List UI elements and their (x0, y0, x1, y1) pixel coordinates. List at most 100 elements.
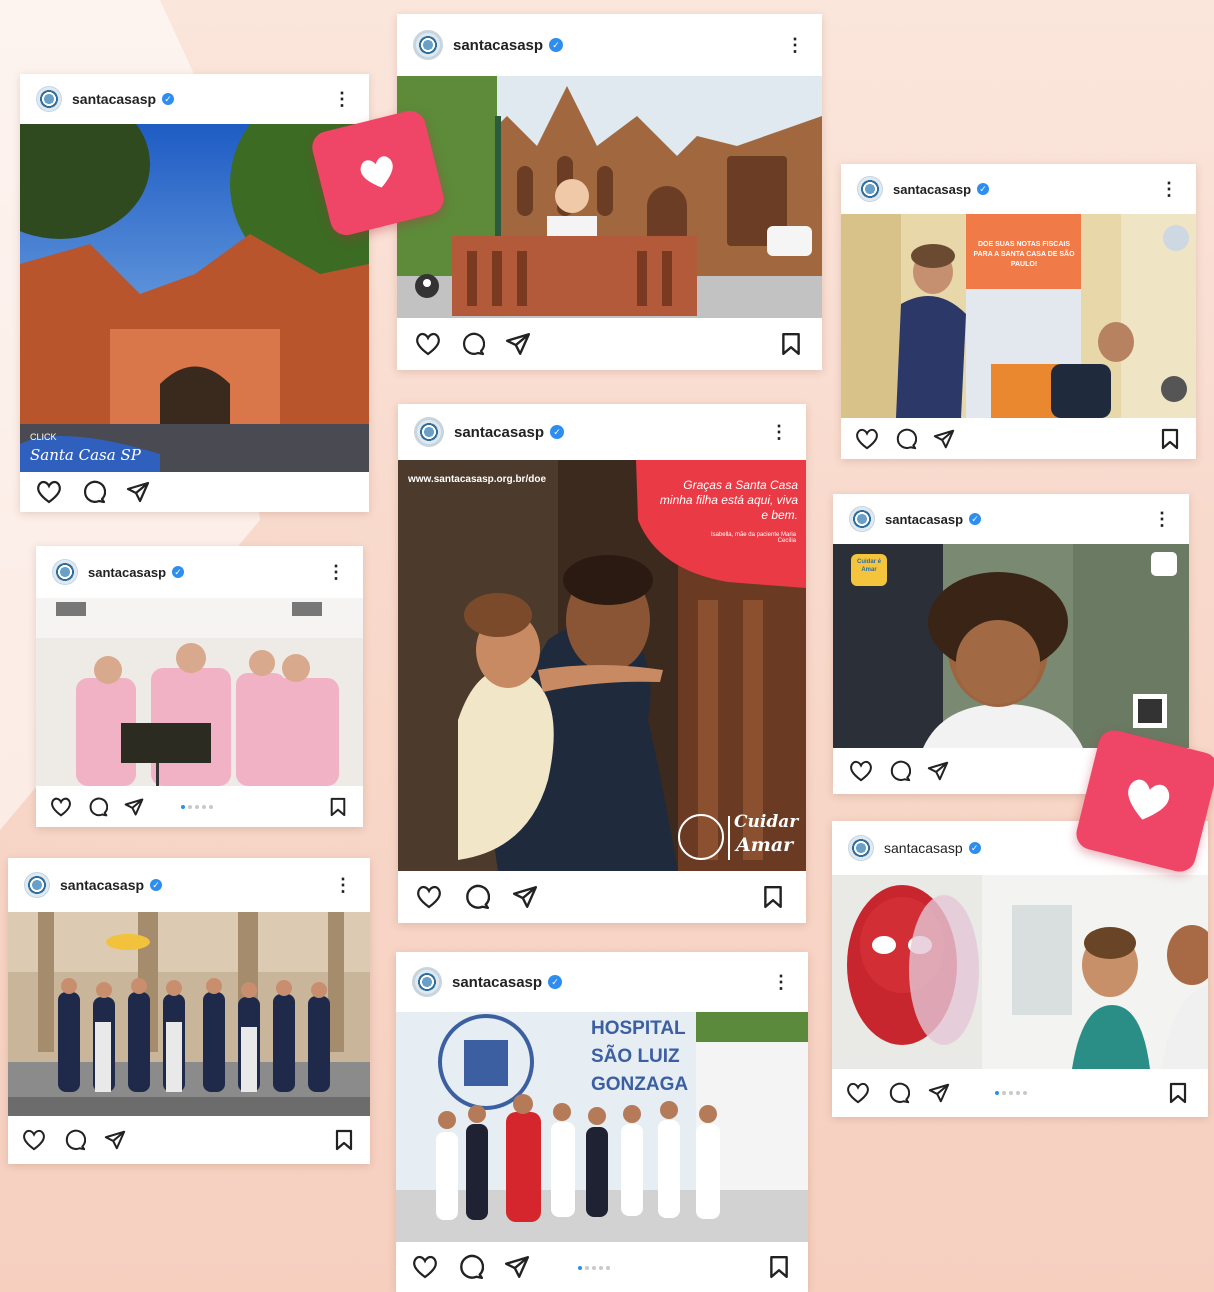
post-header: santacasasp ✓ ⋮ (398, 404, 806, 460)
heart-outline-icon[interactable] (415, 332, 441, 356)
comment-bubble-icon[interactable] (458, 1254, 484, 1280)
post-card: santacasasp ✓ ⋮ (36, 546, 363, 827)
paper-plane-icon[interactable] (505, 331, 531, 357)
comment-bubble-icon[interactable] (64, 1129, 86, 1151)
paper-plane-icon[interactable] (928, 1082, 950, 1104)
avatar[interactable] (24, 872, 50, 898)
overlay-signature: Santa Casa SP (30, 446, 141, 464)
verified-badge-icon: ✓ (550, 425, 565, 439)
more-options-icon[interactable]: ⋮ (786, 36, 804, 54)
post-image[interactable]: HOSPITAL SÃO LUIZ GONZAGA (396, 1012, 808, 1242)
post-card: santacasasp ✓ ⋮ (8, 858, 370, 1164)
bookmark-icon[interactable] (780, 332, 802, 356)
avatar[interactable] (857, 176, 883, 202)
more-options-icon[interactable]: ⋮ (333, 90, 351, 108)
comment-bubble-icon[interactable] (888, 1082, 910, 1104)
post-image[interactable] (8, 912, 370, 1116)
post-header: santacasasp ✓ ⋮ (36, 546, 363, 598)
verified-badge-icon: ✓ (968, 842, 981, 854)
bookmark-icon[interactable] (762, 885, 784, 909)
heart-outline-icon[interactable] (416, 885, 442, 909)
post-card: santacasasp ✓ ⋮ www.santacasasp.org.br/d… (398, 404, 806, 923)
username[interactable]: santacasasp (452, 974, 542, 991)
post-image[interactable] (36, 598, 363, 786)
avatar[interactable] (849, 506, 875, 532)
comment-bubble-icon[interactable] (82, 480, 106, 504)
post-card: santacasasp ✓ (832, 821, 1208, 1117)
avatar[interactable] (412, 967, 442, 997)
username[interactable]: santacasasp (453, 37, 543, 54)
bookmark-icon[interactable] (329, 797, 347, 817)
hospital-name-line3: GONZAGA (591, 1074, 689, 1095)
username[interactable]: santacasasp (60, 877, 144, 893)
username[interactable]: santacasasp (72, 91, 156, 107)
verified-badge-icon: ✓ (548, 975, 563, 989)
post-header: santacasasp ✓ ⋮ (8, 858, 370, 912)
heart-outline-icon[interactable] (36, 480, 62, 504)
verified-badge-icon: ✓ (150, 879, 163, 891)
username[interactable]: santacasasp (885, 512, 963, 527)
carousel-indicator (578, 1266, 610, 1270)
carousel-indicator (995, 1091, 1027, 1095)
carousel-indicator (181, 805, 213, 809)
comment-bubble-icon[interactable] (461, 332, 485, 356)
heart-outline-icon[interactable] (22, 1129, 46, 1151)
post-actions (398, 871, 806, 923)
post-header: santacasasp ✓ ⋮ (20, 74, 369, 124)
post-header: santacasasp ✓ ⋮ (841, 164, 1196, 214)
more-options-icon[interactable]: ⋮ (327, 563, 345, 581)
bookmark-icon[interactable] (1160, 428, 1180, 450)
avatar[interactable] (52, 559, 78, 585)
heart-outline-icon[interactable] (846, 1082, 870, 1104)
more-options-icon[interactable]: ⋮ (334, 876, 352, 894)
more-options-icon[interactable]: ⋮ (772, 973, 790, 991)
cuidar-amar-logo: Cuidar é Amar (856, 559, 881, 573)
post-image[interactable]: Cuidar é Amar (833, 544, 1189, 748)
avatar[interactable] (414, 417, 444, 447)
username[interactable]: santacasasp (884, 840, 963, 856)
username[interactable]: santacasasp (893, 182, 971, 197)
username[interactable]: santacasasp (88, 565, 166, 580)
post-actions (841, 418, 1196, 459)
paper-plane-icon[interactable] (927, 760, 949, 782)
avatar[interactable] (413, 30, 443, 60)
paper-plane-icon[interactable] (124, 797, 144, 817)
comment-bubble-icon[interactable] (895, 428, 917, 450)
bookmark-icon[interactable] (1168, 1082, 1188, 1104)
testimonial-quote: Graças a Santa Casa minha filha está aqu… (659, 478, 798, 522)
heart-outline-icon[interactable] (50, 797, 72, 817)
comment-bubble-icon[interactable] (889, 760, 911, 782)
verified-badge-icon: ✓ (172, 566, 185, 578)
paper-plane-icon[interactable] (512, 884, 538, 910)
heart-outline-icon[interactable] (412, 1255, 438, 1279)
post-image[interactable] (832, 875, 1208, 1069)
username[interactable]: santacasasp (454, 424, 544, 441)
paper-plane-icon[interactable] (504, 1254, 530, 1280)
post-image[interactable]: CLICK Santa Casa SP (20, 124, 369, 472)
heart-outline-icon[interactable] (849, 760, 873, 782)
comment-bubble-icon[interactable] (88, 797, 108, 817)
post-header: santacasasp ✓ ⋮ (833, 494, 1189, 544)
post-card: santacasasp ✓ ⋮ DOE SUAS NOTAS FISCAIS P… (841, 164, 1196, 459)
post-actions (20, 472, 369, 512)
campaign-banner: DOE SUAS NOTAS FISCAIS PARA A SANTA CASA… (973, 241, 1075, 268)
avatar[interactable] (36, 86, 62, 112)
bookmark-icon[interactable] (768, 1255, 790, 1279)
post-card: santacasasp ✓ ⋮ HOSPITAL SÃO LUIZ GONZAG… (396, 952, 808, 1292)
paper-plane-icon[interactable] (933, 428, 955, 450)
post-actions (36, 786, 363, 827)
post-header: santacasasp ✓ ⋮ (397, 14, 822, 76)
post-image[interactable]: www.santacasasp.org.br/doe Graças a Sant… (398, 460, 806, 871)
paper-plane-icon[interactable] (104, 1129, 126, 1151)
paper-plane-icon[interactable] (126, 480, 150, 504)
post-image[interactable]: DOE SUAS NOTAS FISCAIS PARA A SANTA CASA… (841, 214, 1196, 418)
heart-outline-icon[interactable] (855, 428, 879, 450)
more-options-icon[interactable]: ⋮ (1160, 180, 1178, 198)
post-card: santacasasp ✓ ⋮ (397, 14, 822, 370)
post-image[interactable] (397, 76, 822, 318)
bookmark-icon[interactable] (334, 1129, 354, 1151)
avatar[interactable] (848, 835, 874, 861)
comment-bubble-icon[interactable] (464, 884, 490, 910)
more-options-icon[interactable]: ⋮ (770, 423, 788, 441)
more-options-icon[interactable]: ⋮ (1153, 510, 1171, 528)
